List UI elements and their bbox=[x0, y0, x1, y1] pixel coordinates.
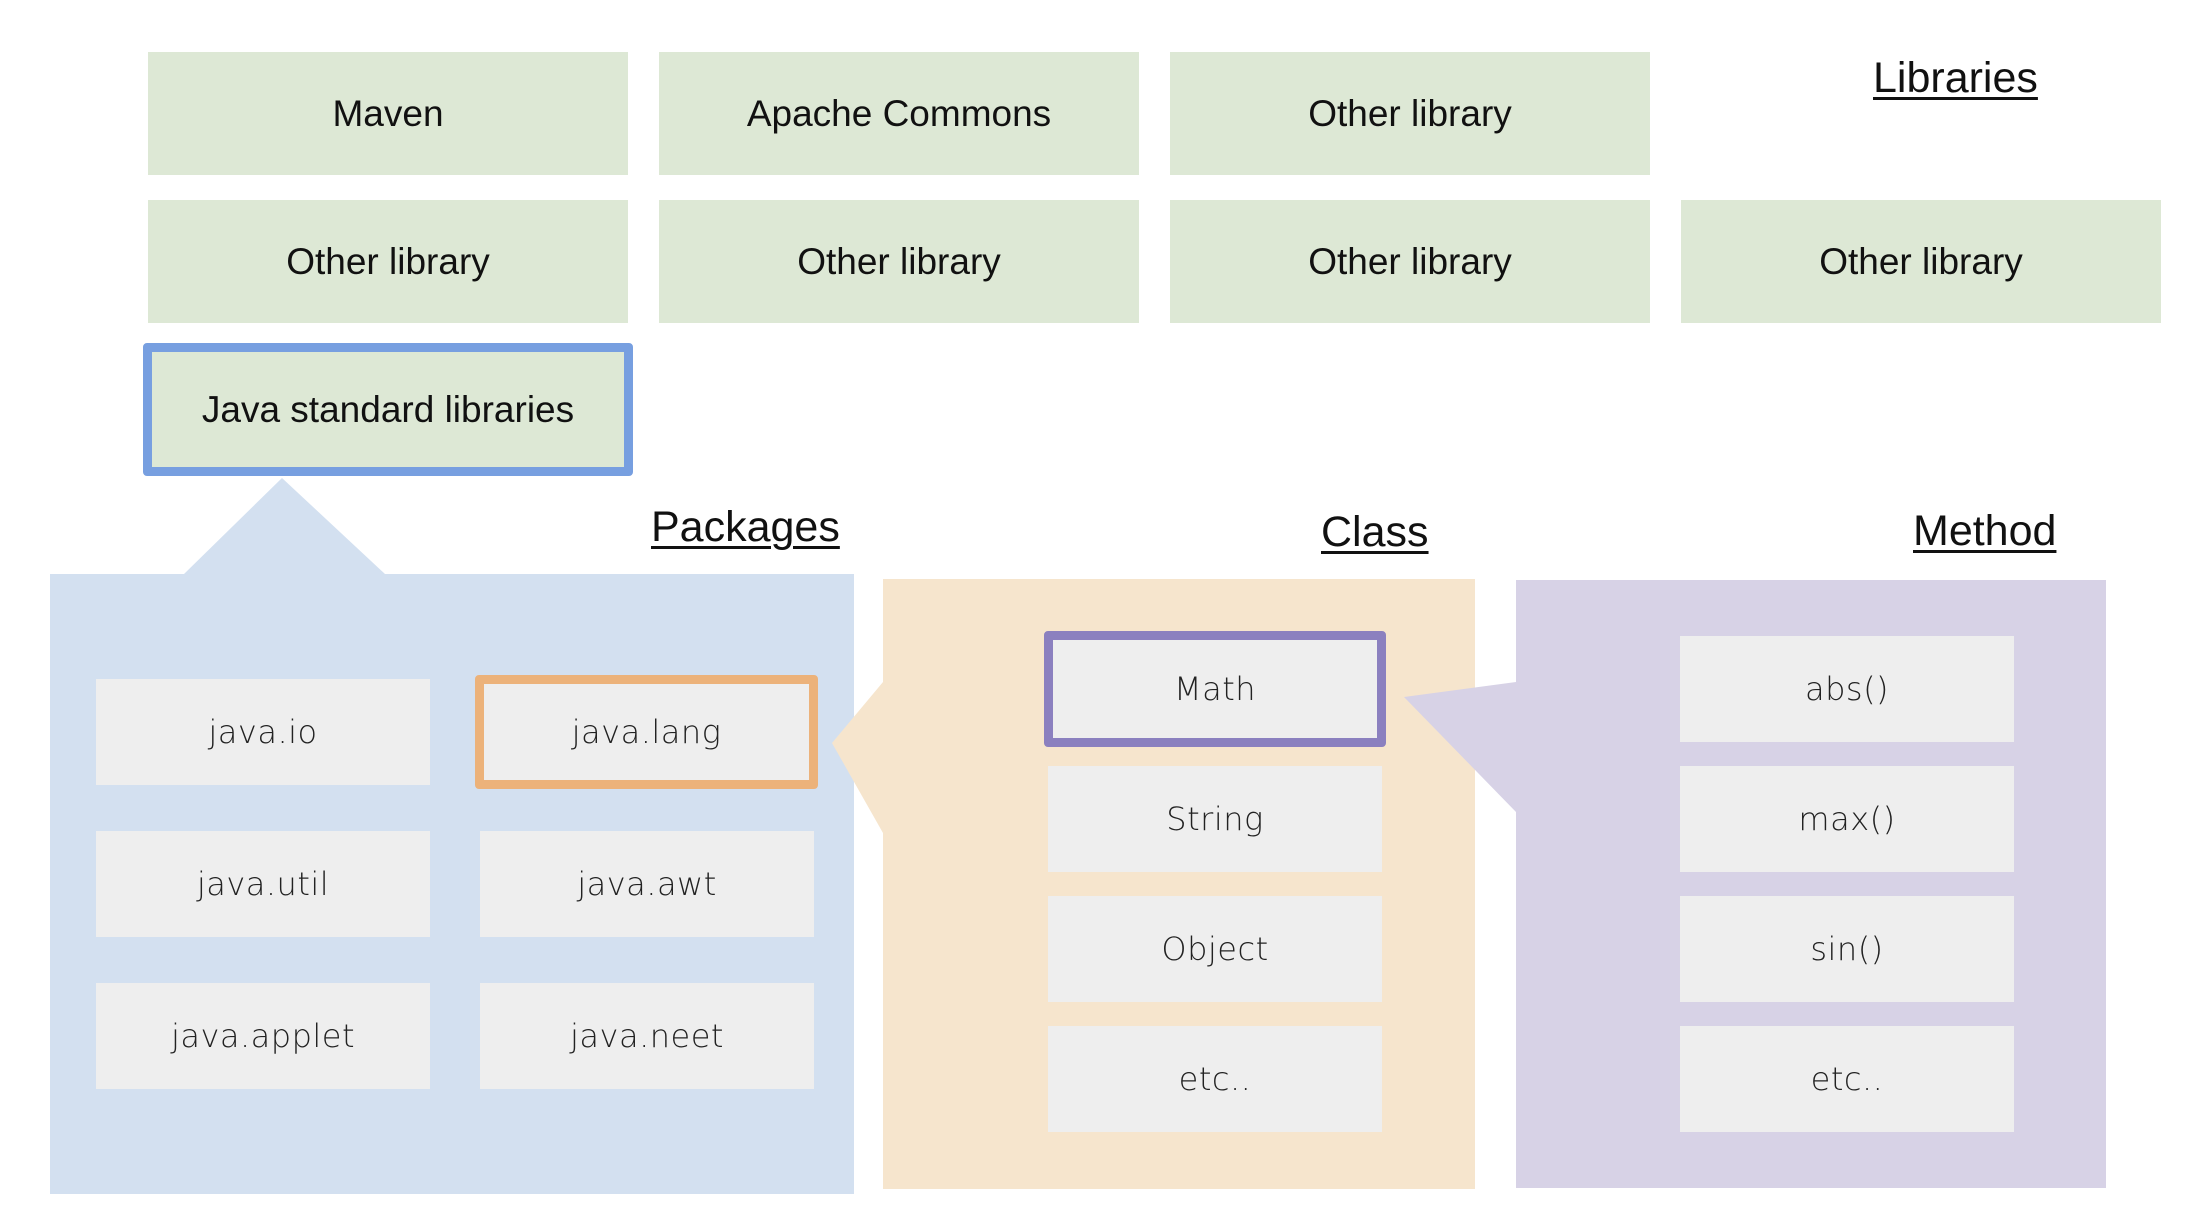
method-item-etc[interactable]: etc.. bbox=[1680, 1026, 2014, 1132]
method-title: Method bbox=[1913, 507, 2057, 555]
method-item-sin[interactable]: sin() bbox=[1680, 896, 2014, 1002]
class-item-string[interactable]: String bbox=[1048, 766, 1382, 872]
class-title: Class bbox=[1321, 508, 1429, 556]
class-item-math-selected[interactable]: Math bbox=[1044, 631, 1386, 747]
library-other[interactable]: Other library bbox=[1170, 200, 1650, 323]
method-item-max[interactable]: max() bbox=[1680, 766, 2014, 872]
library-apache-commons[interactable]: Apache Commons bbox=[659, 52, 1139, 175]
library-other[interactable]: Other library bbox=[1681, 200, 2161, 323]
library-other[interactable]: Other library bbox=[659, 200, 1139, 323]
package-item-java-awt[interactable]: java.awt bbox=[480, 831, 814, 937]
library-maven[interactable]: Maven bbox=[148, 52, 628, 175]
library-java-standard[interactable]: Java standard libraries bbox=[143, 343, 633, 476]
library-other[interactable]: Other library bbox=[148, 200, 628, 323]
package-item-java-neet[interactable]: java.neet bbox=[480, 983, 814, 1089]
package-item-java-util[interactable]: java.util bbox=[96, 831, 430, 937]
libraries-title: Libraries bbox=[1873, 54, 2038, 102]
packages-title: Packages bbox=[651, 503, 840, 551]
method-item-abs[interactable]: abs() bbox=[1680, 636, 2014, 742]
class-item-etc[interactable]: etc.. bbox=[1048, 1026, 1382, 1132]
package-item-java-applet[interactable]: java.applet bbox=[96, 983, 430, 1089]
class-item-object[interactable]: Object bbox=[1048, 896, 1382, 1002]
library-other[interactable]: Other library bbox=[1170, 52, 1650, 175]
package-item-java-lang-selected[interactable]: java.lang bbox=[475, 675, 818, 789]
package-item-java-io[interactable]: java.io bbox=[96, 679, 430, 785]
